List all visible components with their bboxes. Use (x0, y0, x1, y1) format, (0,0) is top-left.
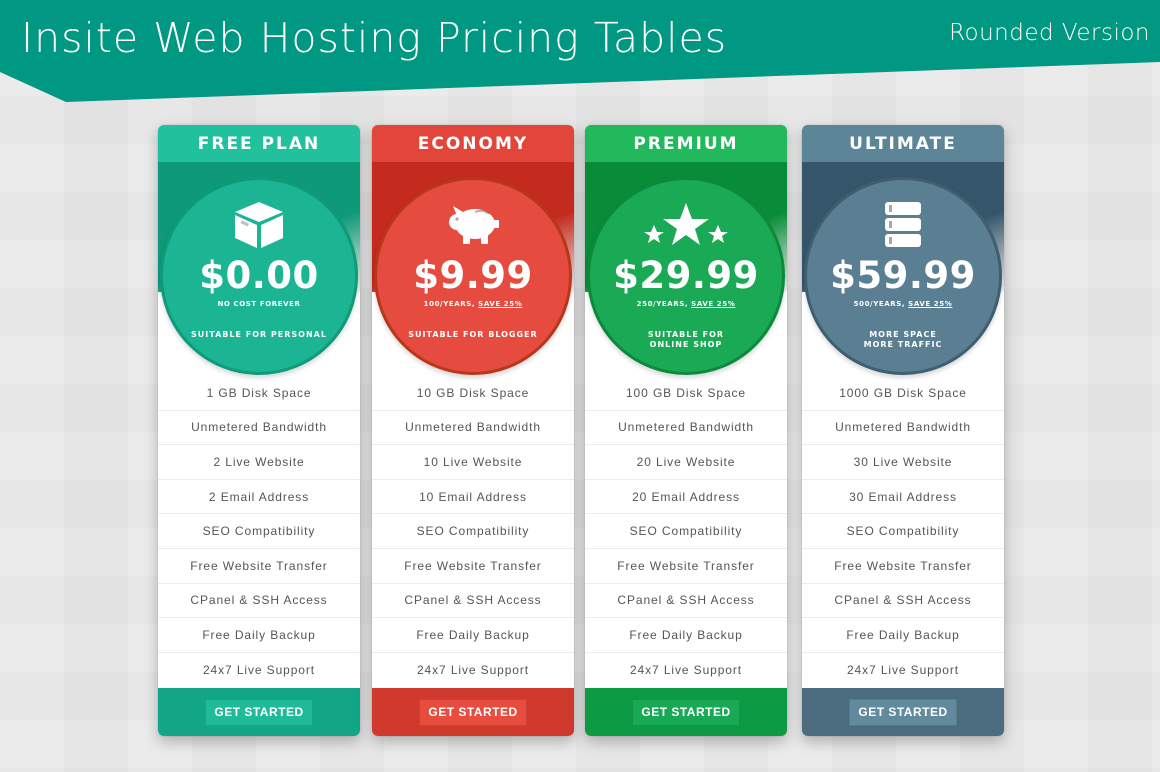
feature-row: 30 Live Website (802, 445, 1004, 480)
feature-list: 10 GB Disk Space Unmetered Bandwidth 10 Li… (372, 376, 574, 687)
server-icon (883, 200, 923, 250)
feature-row: Free Daily Backup (372, 618, 574, 653)
feature-row: 20 Live Website (585, 445, 787, 480)
plan-tagline: MORE SPACE MORE TRAFFIC (863, 330, 943, 349)
feature-row: 1000 GB Disk Space (802, 376, 1004, 411)
billing-text: NO COST FOREVER (217, 300, 301, 308)
get-started-button[interactable]: GET STARTED (419, 698, 527, 726)
plan-name: ULTIMATE (802, 125, 1004, 162)
card-footer: GET STARTED (372, 688, 574, 736)
feature-list: 100 GB Disk Space Unmetered Bandwidth 20 L… (585, 376, 787, 687)
card-footer: GET STARTED (585, 688, 787, 736)
feature-row: 2 Email Address (158, 480, 360, 515)
card-footer: GET STARTED (802, 688, 1004, 736)
get-started-button[interactable]: GET STARTED (632, 698, 740, 726)
save-badge: SAVE 25% (691, 300, 736, 308)
feature-row: 10 GB Disk Space (372, 376, 574, 411)
save-badge: SAVE 25% (478, 300, 523, 308)
plan-name: FREE PLAN (158, 125, 360, 162)
price-note: NO COST FOREVER (217, 300, 300, 308)
feature-row: Free Website Transfer (802, 549, 1004, 584)
plan-name: ECONOMY (372, 125, 574, 162)
plan-price: $9.99 (413, 254, 533, 297)
feature-row: 24x7 Live Support (416, 663, 530, 678)
feature-row: 20 Email Address (585, 480, 787, 515)
billing-text: 500/YEARS, (853, 300, 906, 308)
plan-tagline: SUITABLE FOR ONLINE SHOP (647, 330, 725, 349)
pricing-card-premium: PREMIUM $29.99 250/YEARS, SAVE 25% SUITAB… (585, 125, 787, 736)
billing-text: 100/YEARS, (423, 300, 476, 308)
feature-row: 10 Email Address (372, 480, 574, 515)
feature-row: CPanel & SSH Access (158, 584, 360, 619)
feature-row: 24x7 Live Support (629, 663, 743, 678)
price-circle: $29.99 250/YEARS, SAVE 25% SUITABLE FOR O… (587, 177, 785, 375)
page-title: Insite Web Hosting Pricing Tables (21, 14, 728, 62)
feature-row: SEO Compatibility (158, 514, 360, 549)
feature-row: Free Daily Backup (585, 618, 787, 653)
feature-row: CPanel & SSH Access (585, 584, 787, 619)
price-note: 500/YEARS, SAVE 25% (854, 300, 953, 308)
feature-row: CPanel & SSH Access (802, 584, 1004, 619)
feature-row: 1 GB Disk Space (158, 376, 360, 411)
feature-list: 1000 GB Disk Space Unmetered Bandwidth 30 … (802, 376, 1004, 687)
get-started-button[interactable]: GET STARTED (849, 698, 957, 726)
feature-row: 30 Email Address (802, 480, 1004, 515)
page-subtitle: Rounded Version (949, 20, 1150, 46)
feature-row: Unmetered Bandwidth (802, 411, 1004, 446)
feature-row: SEO Compatibility (372, 514, 574, 549)
price-circle: $59.99 500/YEARS, SAVE 25% MORE SPACE MOR… (804, 177, 1002, 375)
feature-row: Free Daily Backup (802, 618, 1004, 653)
get-started-button[interactable]: GET STARTED (205, 698, 313, 726)
billing-text: 250/YEARS, (636, 300, 689, 308)
feature-row: 100 GB Disk Space (585, 376, 787, 411)
feature-row: 24x7 Live Support (202, 663, 316, 678)
feature-row: Unmetered Bandwidth (372, 411, 574, 446)
feature-row: 24x7 Live Support (846, 663, 960, 678)
stars-icon (644, 200, 728, 250)
plan-tagline: SUITABLE FOR BLOGGER (408, 330, 538, 339)
feature-row: Unmetered Bandwidth (585, 411, 787, 446)
feature-row: SEO Compatibility (802, 514, 1004, 549)
price-circle: $9.99 100/YEARS, SAVE 25% SUITABLE FOR BL… (374, 177, 572, 375)
pricing-card-ultimate: ULTIMATE $59.99 500/YEARS, SAVE 25% MORE … (802, 125, 1004, 736)
pricing-card-economy: ECONOMY $9.99 100/YEARS, SAVE 25% SUITABL… (372, 125, 574, 736)
feature-row: Free Website Transfer (372, 549, 574, 584)
feature-row: 2 Live Website (158, 445, 360, 480)
save-badge: SAVE 25% (908, 300, 953, 308)
feature-row: 10 Live Website (372, 445, 574, 480)
feature-row: Free Website Transfer (158, 549, 360, 584)
piggy-bank-icon (445, 200, 501, 250)
feature-list: 1 GB Disk Space Unmetered Bandwidth 2 Live… (158, 376, 360, 687)
box-icon (233, 200, 285, 250)
plan-price: $29.99 (613, 254, 759, 297)
plan-price: $59.99 (830, 254, 976, 297)
feature-row: Free Website Transfer (585, 549, 787, 584)
plan-price: $0.00 (199, 254, 319, 297)
price-circle: $0.00 NO COST FOREVER SUITABLE FOR PERSO… (160, 177, 358, 375)
feature-row: Unmetered Bandwidth (158, 411, 360, 446)
plan-tagline: SUITABLE FOR PERSONAL (191, 330, 327, 339)
header-banner: Insite Web Hosting Pricing Tables Rounde… (0, 0, 1160, 102)
card-footer: GET STARTED (158, 688, 360, 736)
price-note: 250/YEARS, SAVE 25% (637, 300, 736, 308)
feature-row: Free Daily Backup (158, 618, 360, 653)
feature-row: CPanel & SSH Access (372, 584, 574, 619)
feature-row: SEO Compatibility (585, 514, 787, 549)
price-note: 100/YEARS, SAVE 25% (424, 300, 523, 308)
plan-name: PREMIUM (585, 125, 787, 162)
pricing-card-free: FREE PLAN $0.00 NO COST FOREVER SUITABLE… (158, 125, 360, 736)
